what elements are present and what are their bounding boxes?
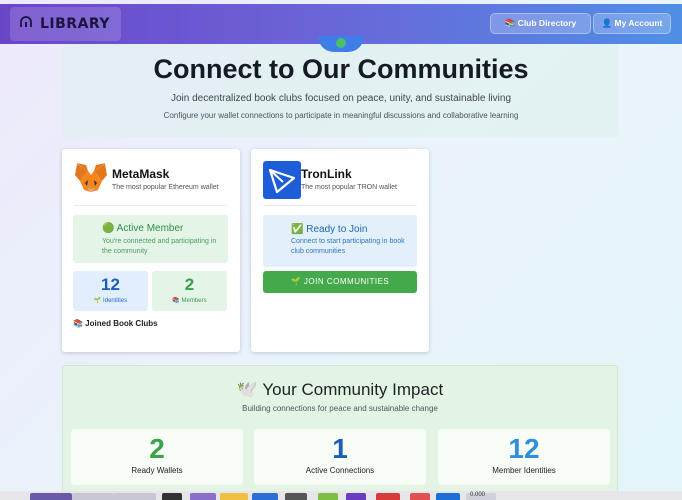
active-member-status: 🟢 Active Member You're connected and par… <box>73 215 228 263</box>
dock-item[interactable] <box>30 493 72 500</box>
club-directory-button[interactable]: 📚 Club Directory <box>490 13 591 34</box>
status-description: You're connected and participating in th… <box>102 238 217 255</box>
dock-item[interactable] <box>410 493 430 500</box>
dock-item[interactable] <box>72 493 114 500</box>
status-title: ✅ Ready to Join <box>291 224 368 235</box>
dock-item[interactable] <box>190 493 216 500</box>
page-title: Connect to Our Communities <box>153 54 529 84</box>
dock-item[interactable] <box>220 493 248 500</box>
community-impact-section: 🕊️ Your Community Impact Building connec… <box>62 365 618 500</box>
members-stat: 2 📚 Members <box>152 271 227 311</box>
dock-readout: 0.000 <box>470 492 486 498</box>
metric-label: Member Identities <box>492 466 556 475</box>
metamask-card: MetaMask The most popular Ethereum walle… <box>62 149 240 352</box>
metamask-description: The most popular Ethereum wallet <box>112 184 219 191</box>
my-account-button[interactable]: 👤 My Account <box>593 13 671 34</box>
metric-value: 12 <box>508 433 540 464</box>
ready-to-join-status: ✅ Ready to Join Connect to start partici… <box>263 215 417 267</box>
dock-item[interactable] <box>114 493 156 500</box>
card-divider <box>74 205 228 206</box>
identities-label: 🌱 Identities <box>93 298 128 304</box>
status-description: Connect to start participating in book c… <box>291 238 405 255</box>
metric-label: Ready Wallets <box>131 466 183 475</box>
dock-item[interactable] <box>376 493 400 500</box>
metric-label: Active Connections <box>305 466 375 475</box>
active-connections-metric: 1 Active Connections <box>254 429 426 485</box>
joined-book-clubs-heading[interactable]: 📚 Joined Book Clubs <box>73 319 158 328</box>
tronlink-icon <box>263 161 301 199</box>
brand-name: LIBRARY <box>40 16 111 32</box>
members-count: 2 <box>184 275 195 294</box>
tronlink-description: The most popular TRON wallet <box>301 184 397 191</box>
dock-item[interactable] <box>252 493 278 500</box>
library-icon <box>20 7 34 41</box>
dock-item[interactable] <box>285 493 307 500</box>
impact-subtitle: Building connections for peace and susta… <box>242 404 438 413</box>
metamask-fox-icon <box>74 161 110 197</box>
metric-value: 2 <box>149 433 165 464</box>
impact-title: 🕊️ Your Community Impact <box>236 380 444 399</box>
members-label: 📚 Members <box>172 298 207 304</box>
tronlink-header: TronLink The most popular TRON wallet <box>263 161 423 201</box>
join-communities-button[interactable]: 🌱 JOIN COMMUNITIES <box>263 271 417 293</box>
status-title: 🟢 Active Member <box>102 223 184 234</box>
metamask-name: MetaMask <box>112 167 170 181</box>
tronlink-name: TronLink <box>301 167 352 181</box>
member-identities-metric: 12 Member Identities <box>438 429 610 485</box>
card-divider <box>263 205 417 206</box>
dock-item[interactable] <box>162 493 182 500</box>
taskbar-dock <box>0 491 682 500</box>
brand-logo[interactable]: LIBRARY <box>10 7 121 41</box>
hero-description: Configure your wallet connections to par… <box>163 111 519 120</box>
ready-wallets-metric: 2 Ready Wallets <box>71 429 243 485</box>
tronlink-card: TronLink The most popular TRON wallet ✅ … <box>251 149 429 352</box>
dock-item[interactable] <box>318 493 338 500</box>
metric-value: 1 <box>332 433 348 464</box>
identities-count: 12 <box>101 275 120 294</box>
hero-subtitle: Join decentralized book clubs focused on… <box>170 93 512 104</box>
dock-item[interactable] <box>436 493 460 500</box>
metamask-header: MetaMask The most popular Ethereum walle… <box>74 161 234 201</box>
dock-item[interactable] <box>346 493 366 500</box>
identities-stat: 12 🌱 Identities <box>73 271 148 311</box>
